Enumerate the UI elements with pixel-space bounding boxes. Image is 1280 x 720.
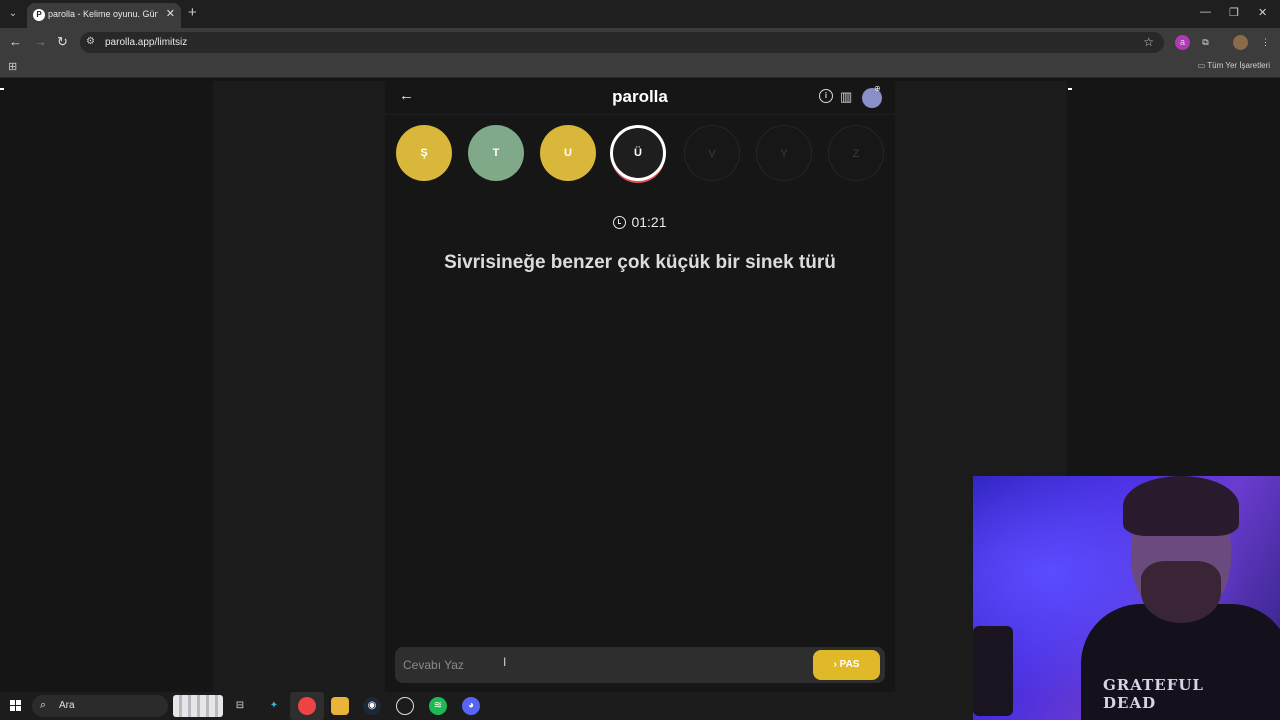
obs-icon[interactable]	[396, 697, 414, 715]
forward-arrow-icon[interactable]: →	[34, 34, 47, 49]
avatar-badge-icon: ⊕	[874, 84, 881, 93]
all-bookmarks-label: Tüm Yer İşaretleri	[1207, 61, 1270, 70]
letter-circle-current: Ü	[610, 125, 666, 181]
steam-icon[interactable]: ◉	[363, 697, 381, 715]
discord-icon[interactable]: ◕	[462, 697, 480, 715]
app-bird-icon[interactable]: ✦	[265, 697, 283, 715]
letter-circle: Z	[828, 125, 884, 181]
apps-grid-icon[interactable]: ⊞	[8, 60, 17, 73]
chrome-icon[interactable]	[298, 697, 316, 715]
menu-kebab-icon[interactable]: ⋮	[1258, 35, 1273, 50]
letter-circle: Ş	[396, 125, 452, 181]
game-header: ← parolla i ▥ ⊕	[385, 81, 895, 115]
tab-close-icon[interactable]: ✕	[166, 7, 175, 20]
clock-icon	[613, 216, 627, 229]
taskbar-search[interactable]: ⌕ Ara	[32, 695, 168, 717]
bookmarks-bar: ⊞ ▭ Tüm Yer İşaretleri	[0, 56, 1280, 78]
search-icon: ⌕	[40, 699, 47, 711]
task-view-icon[interactable]: ⊟	[231, 697, 249, 715]
webcam-shirt-text: GRATEFUL DEAD	[1103, 676, 1204, 712]
letter-circle: U	[540, 125, 596, 181]
answer-input[interactable]	[403, 655, 803, 675]
back-arrow-icon[interactable]: ←	[9, 34, 22, 49]
letter-circle: V	[684, 125, 740, 181]
extensions-puzzle-icon[interactable]: ⧉	[1198, 35, 1213, 50]
parolla-favicon-icon: P	[33, 9, 45, 21]
restore-icon[interactable]: ❐	[1229, 6, 1239, 19]
letter-circle: Y	[756, 125, 812, 181]
text-cursor-icon: I	[503, 655, 507, 669]
site-settings-icon[interactable]: ⚙	[86, 36, 95, 47]
window-close-icon[interactable]: ✕	[1258, 6, 1267, 19]
browser-tab[interactable]: P parolla - Kelime oyunu. Günlük ✕	[27, 3, 181, 28]
address-bar[interactable]: ⚙ parolla.app/limitsiz ☆	[80, 32, 1164, 53]
webcam-person-hair	[1123, 476, 1239, 536]
webcam-microphone	[973, 626, 1013, 716]
stats-chart-icon[interactable]: ▥	[840, 89, 852, 105]
profile-avatar-icon[interactable]	[1233, 35, 1248, 50]
pass-button[interactable]: › PAS	[813, 650, 880, 680]
letter-circles: Ş T U Ü V Y Z	[396, 125, 886, 183]
timer: 01:21	[385, 214, 895, 230]
left-margin-panel	[213, 81, 385, 692]
browser-tab-bar: ⌄ P parolla - Kelime oyunu. Günlük ✕ + —…	[0, 0, 1280, 28]
search-label: Ara	[59, 700, 75, 711]
windows-start-icon[interactable]	[10, 700, 22, 712]
url-text[interactable]: parolla.app/limitsiz	[105, 37, 187, 48]
file-explorer-icon[interactable]	[331, 697, 349, 715]
timer-value: 01:21	[631, 214, 667, 230]
cursor-marker-left	[0, 88, 4, 90]
info-icon[interactable]: i	[819, 89, 833, 103]
browser-toolbar: ← → ↻ ⚙ parolla.app/limitsiz ☆ a ⧉ ⋮	[0, 28, 1280, 56]
minimize-icon[interactable]: —	[1200, 6, 1211, 18]
question-text: Sivrisineğe benzer çok küçük bir sinek t…	[444, 252, 836, 273]
answer-bar: I › PAS	[395, 647, 885, 683]
folder-icon: ▭	[1197, 61, 1208, 70]
windows-taskbar: ⌕ Ara ⊟ ✦ ◉ ≋ ◕	[0, 692, 973, 720]
extension-icon[interactable]: a	[1175, 35, 1190, 50]
bookmark-star-icon[interactable]: ☆	[1143, 35, 1154, 49]
search-highlight-art	[173, 695, 223, 717]
new-tab-plus-icon[interactable]: +	[188, 4, 197, 21]
webcam-person-beard	[1141, 561, 1221, 623]
tab-search-chevron-icon[interactable]: ⌄	[4, 5, 22, 23]
reload-icon[interactable]: ↻	[57, 34, 68, 50]
cursor-marker-right	[1068, 88, 1072, 90]
letter-circle: T	[468, 125, 524, 181]
all-bookmarks-folder[interactable]: ▭ Tüm Yer İşaretleri	[1198, 61, 1270, 70]
webcam-overlay: GRATEFUL DEAD	[973, 476, 1280, 720]
spotify-icon[interactable]: ≋	[429, 697, 447, 715]
pass-button-label: PAS	[839, 659, 860, 670]
game-container: ← parolla i ▥ ⊕ Ş T U Ü V Y Z 01:21 Sivr…	[385, 81, 895, 692]
tab-title: parolla - Kelime oyunu. Günlük	[48, 9, 158, 19]
